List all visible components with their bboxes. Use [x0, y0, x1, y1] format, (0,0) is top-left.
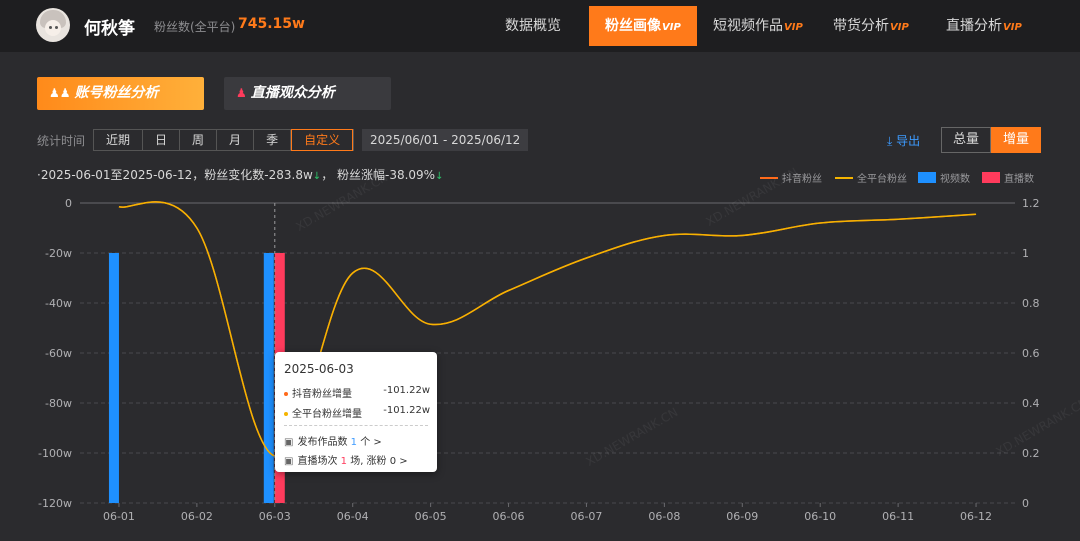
y-left-tick-label: 0	[65, 197, 72, 210]
video-count-bar	[108, 253, 119, 503]
y-right-tick-label: 0.4	[1022, 397, 1040, 410]
douyin-fans-line	[118, 201, 977, 457]
y-left-tick-label: -40w	[45, 297, 72, 310]
x-tick-label: 06-11	[882, 510, 914, 523]
y-right-tick-label: 0.2	[1022, 447, 1040, 460]
video-camera-icon: ▣	[284, 437, 294, 448]
y-left-tick-label: -60w	[45, 347, 72, 360]
tooltip-date: 2025-06-03	[284, 362, 354, 376]
x-tick-label: 06-06	[493, 510, 525, 523]
y-right-tick-label: 1.2	[1022, 197, 1040, 210]
tooltip-works-link[interactable]: ▣ 发布作品数 1 个 >	[284, 433, 382, 448]
x-tick-label: 06-08	[648, 510, 680, 523]
fans-change-chart: 0 1.2 -20w 1 -40w 0.8 -60w 0.6 -80w 0.4 -100w 0.2 -1…	[38, 197, 1040, 523]
y-left-tick-label: -20w	[45, 247, 72, 260]
x-tick-label: 06-03	[259, 510, 291, 523]
y-left-tick-label: -80w	[45, 397, 72, 410]
y-left-tick-label: -100w	[38, 447, 72, 460]
x-tick-label: 06-09	[726, 510, 758, 523]
y-right-tick-label: 0	[1022, 497, 1029, 510]
x-tick-label: 06-07	[570, 510, 602, 523]
x-tick-label: 06-01	[103, 510, 135, 523]
x-tick-label: 06-04	[337, 510, 369, 523]
y-right-tick-label: 0.6	[1022, 347, 1040, 360]
live-tv-icon: ▣	[284, 456, 294, 467]
tooltip-all-row: 全平台粉丝增量 -101.22w	[284, 405, 430, 420]
chart-tooltip: 2025-06-03 抖音粉丝增量 -101.22w 全平台粉丝增量 -101.…	[275, 352, 437, 472]
x-tick-label: 06-02	[181, 510, 213, 523]
video-count-bar	[263, 253, 274, 503]
y-right-tick-label: 0.8	[1022, 297, 1040, 310]
x-tick-label: 06-10	[804, 510, 836, 523]
y-left-tick-label: -120w	[38, 497, 72, 510]
tooltip-live-link[interactable]: ▣ 直播场次 1 场, 涨粉 0 >	[284, 452, 408, 467]
tooltip-douyin-row: 抖音粉丝增量 -101.22w	[284, 385, 430, 400]
y-right-tick-label: 1	[1022, 247, 1029, 260]
x-tick-label: 06-12	[960, 510, 992, 523]
all-platform-fans-line	[118, 201, 977, 457]
x-tick-label: 06-05	[415, 510, 447, 523]
